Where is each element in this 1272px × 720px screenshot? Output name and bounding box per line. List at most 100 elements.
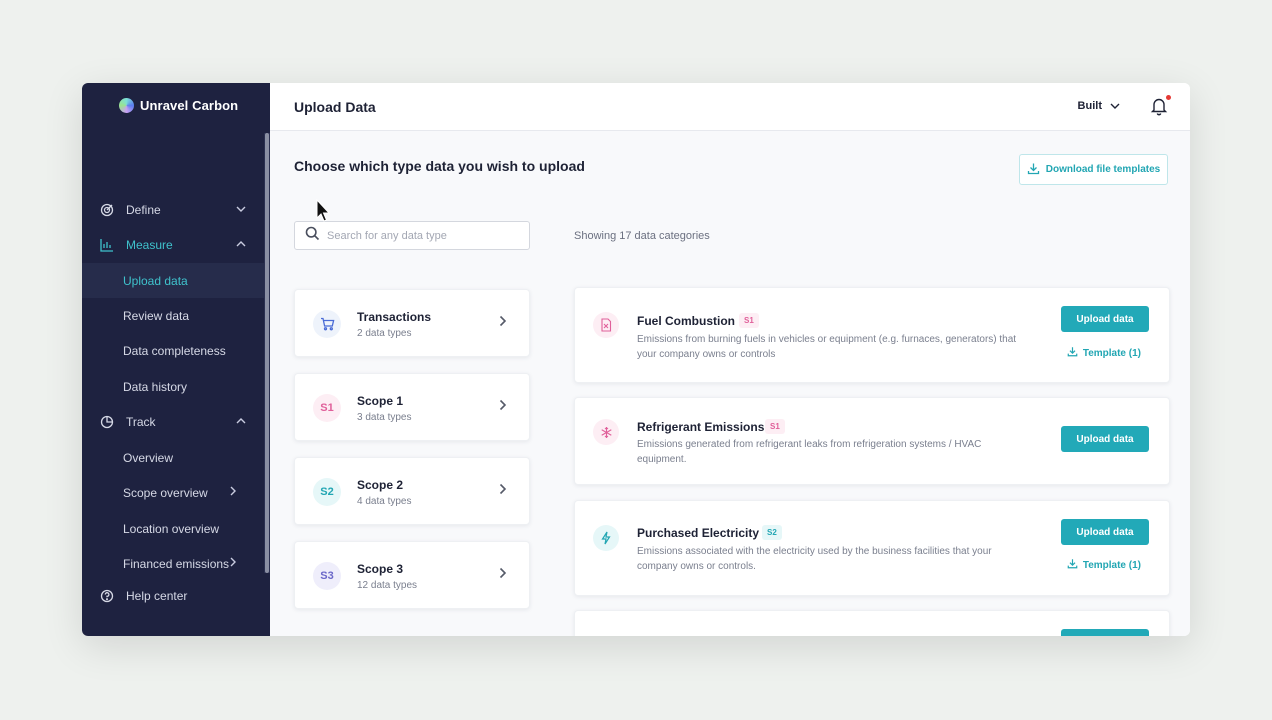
sidebar-item-label: Track xyxy=(126,414,156,429)
scope-badge: S2 xyxy=(762,525,782,540)
sidebar-item-scope-overview[interactable]: Scope overview xyxy=(82,475,264,510)
dataset-card-purchased-electricity: Purchased Electricity S2 Emissions assoc… xyxy=(574,500,1170,596)
download-templates-button[interactable]: Download file templates xyxy=(1019,154,1168,185)
chevron-up-icon xyxy=(236,239,246,250)
upload-data-button-partial[interactable] xyxy=(1061,629,1149,636)
snowflake-icon xyxy=(593,419,619,445)
bar-chart-icon xyxy=(100,238,114,252)
sidebar-item-label: Overview xyxy=(123,450,174,465)
template-link[interactable]: Template (1) xyxy=(1067,558,1141,572)
dataset-card-refrigerant-emissions: Refrigerant Emissions S1 Emissions gener… xyxy=(574,397,1170,485)
chevron-right-icon xyxy=(499,314,507,330)
scope-badge: S1 xyxy=(765,419,785,434)
template-label: Template (1) xyxy=(1082,559,1141,571)
dataset-description: Emissions generated from refrigerant lea… xyxy=(637,439,982,465)
upload-data-button[interactable]: Upload data xyxy=(1061,306,1149,332)
sidebar-item-label: Location overview xyxy=(123,521,220,536)
sidebar-item-track[interactable]: Track xyxy=(82,404,264,439)
chevron-right-icon xyxy=(499,398,507,414)
chevron-down-icon xyxy=(1110,100,1120,112)
scope-badge: S1 xyxy=(739,313,759,328)
search-input[interactable] xyxy=(327,229,517,242)
sidebar-item-upload-data[interactable]: Upload data xyxy=(82,263,264,298)
sidebar: Unravel Carbon Define Measure Upload dat… xyxy=(82,83,270,636)
help-icon xyxy=(100,589,114,603)
dataset-name: Purchased Electricity xyxy=(637,526,760,540)
category-name: Transactions xyxy=(357,310,432,324)
lightning-icon xyxy=(593,525,619,551)
category-name: Scope 3 xyxy=(357,562,404,576)
download-icon xyxy=(1067,558,1078,572)
sidebar-item-label: Upload data xyxy=(123,273,188,288)
dataset-description: Emissions associated with the electricit… xyxy=(637,546,992,572)
logo-mark-icon xyxy=(119,98,134,113)
fuel-icon xyxy=(593,312,619,338)
app-window: Unravel Carbon Define Measure Upload dat… xyxy=(82,83,1190,636)
sidebar-item-measure[interactable]: Measure xyxy=(82,227,264,262)
category-name: Scope 2 xyxy=(357,478,404,492)
upload-data-button[interactable]: Upload data xyxy=(1061,519,1149,545)
chevron-up-icon xyxy=(236,416,246,427)
template-label: Template (1) xyxy=(1082,347,1141,359)
category-card-scope-2[interactable]: S2 Scope 2 4 data types xyxy=(294,457,530,525)
sidebar-item-define[interactable]: Define xyxy=(82,192,264,227)
category-card-scope-1[interactable]: S1 Scope 1 3 data types xyxy=(294,373,530,441)
pie-chart-icon xyxy=(100,415,114,429)
app-name: Unravel Carbon xyxy=(140,98,239,113)
category-card-scope-3[interactable]: S3 Scope 3 12 data types xyxy=(294,541,530,609)
main-content: Upload Data Built Choose which type data… xyxy=(270,83,1190,636)
category-count: 2 data types xyxy=(357,328,412,339)
template-link[interactable]: Template (1) xyxy=(1067,346,1141,360)
sidebar-item-label: Data completeness xyxy=(123,343,226,358)
dataset-name: Refrigerant Emissions xyxy=(637,420,765,434)
page-title: Upload Data xyxy=(294,99,376,115)
scrollbar-thumb[interactable] xyxy=(265,133,269,573)
org-selector[interactable]: Built xyxy=(1078,100,1120,112)
sidebar-item-label: Review data xyxy=(123,308,190,323)
sidebar-item-label: Define xyxy=(126,202,161,217)
notification-dot xyxy=(1166,95,1171,100)
sidebar-item-label: Help center xyxy=(126,588,188,603)
chevron-down-icon xyxy=(236,204,246,215)
download-icon xyxy=(1027,162,1040,178)
upload-data-button[interactable]: Upload data xyxy=(1061,426,1149,452)
category-count: 3 data types xyxy=(357,412,412,423)
results-count: Showing 17 data categories xyxy=(574,230,710,242)
download-templates-label: Download file templates xyxy=(1045,164,1161,175)
scope-3-badge: S3 xyxy=(313,562,341,590)
sidebar-item-location-overview[interactable]: Location overview xyxy=(82,511,264,546)
chevron-right-icon xyxy=(499,566,507,582)
search-icon xyxy=(305,226,320,246)
chevron-right-icon xyxy=(230,557,236,570)
top-bar: Upload Data Built xyxy=(270,83,1190,131)
sidebar-item-financed-emissions[interactable]: Financed emissions xyxy=(82,546,264,581)
dataset-description: Emissions from burning fuels in vehicles… xyxy=(637,334,1017,360)
dataset-card-fuel-combustion: Fuel Combustion S1 Emissions from burnin… xyxy=(574,287,1170,383)
category-count: 12 data types xyxy=(357,580,418,591)
sidebar-item-data-history[interactable]: Data history xyxy=(82,369,264,404)
sidebar-item-label: Measure xyxy=(126,237,173,252)
scope-1-badge: S1 xyxy=(313,394,341,422)
logo[interactable]: Unravel Carbon xyxy=(119,98,238,113)
chevron-right-icon xyxy=(230,486,236,499)
target-icon xyxy=(100,203,114,217)
cart-icon xyxy=(313,310,341,338)
sidebar-item-data-completeness[interactable]: Data completeness xyxy=(82,333,264,368)
bell-icon[interactable] xyxy=(1150,96,1168,116)
scope-2-badge: S2 xyxy=(313,478,341,506)
sidebar-item-label: Scope overview xyxy=(123,485,208,500)
sidebar-item-review-data[interactable]: Review data xyxy=(82,298,264,333)
category-name: Scope 1 xyxy=(357,394,404,408)
dataset-card-partial xyxy=(574,610,1170,636)
chevron-right-icon xyxy=(499,482,507,498)
sidebar-item-overview[interactable]: Overview xyxy=(82,440,264,475)
section-heading: Choose which type data you wish to uploa… xyxy=(294,158,585,174)
sidebar-item-label: Financed emissions xyxy=(123,556,230,571)
download-icon xyxy=(1067,346,1078,360)
search-box[interactable] xyxy=(294,221,530,250)
sidebar-item-label: Data history xyxy=(123,379,188,394)
mouse-cursor-icon xyxy=(316,198,331,223)
sidebar-item-help-center[interactable]: Help center xyxy=(82,578,264,613)
category-card-transactions[interactable]: Transactions 2 data types xyxy=(294,289,530,357)
dataset-name: Fuel Combustion xyxy=(637,314,735,328)
